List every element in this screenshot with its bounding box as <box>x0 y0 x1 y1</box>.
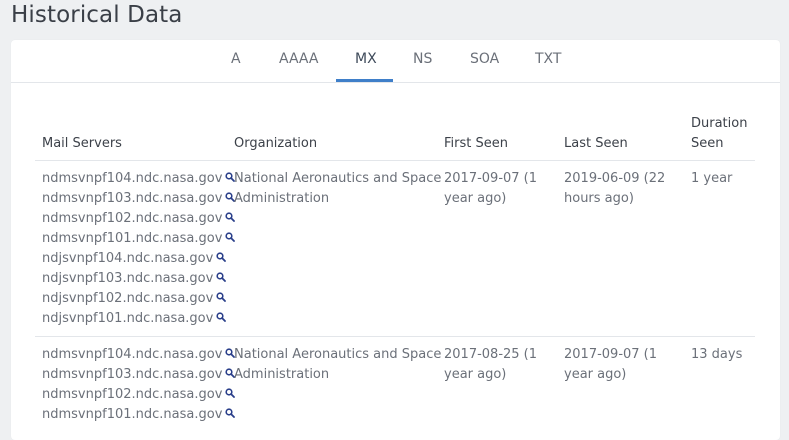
mail-server-name: ndmsvnpf104.ndc.nasa.gov <box>42 347 223 362</box>
mail-server: ndjsvnpf102.ndc.nasa.gov <box>42 289 235 309</box>
mail-server: ndjsvnpf104.ndc.nasa.gov <box>42 249 235 269</box>
mail-servers-cell: ndmsvnpf104.ndc.nasa.gov ndmsvnpf103.ndc… <box>42 345 236 425</box>
record-type-tabs: A AAAA MX NS SOA TXT <box>11 40 780 83</box>
mail-server-name: ndjsvnpf101.ndc.nasa.gov <box>42 311 214 326</box>
mail-server-name: ndmsvnpf101.ndc.nasa.gov <box>42 231 223 246</box>
historical-data-card: A AAAA MX NS SOA TXT Mail Servers Organi… <box>11 40 780 440</box>
first-seen-line1: 2017-09-07 (1 <box>444 171 538 186</box>
tab-aaaa[interactable]: AAAA <box>279 51 318 67</box>
search-icon[interactable] <box>216 312 227 322</box>
mail-server-name: ndmsvnpf104.ndc.nasa.gov <box>42 171 223 186</box>
last-seen-cell: 2019-06-09 (22 hours ago) <box>564 169 665 209</box>
search-icon[interactable] <box>216 272 227 282</box>
search-icon[interactable] <box>216 252 227 262</box>
mail-server-name: ndmsvnpf103.ndc.nasa.gov <box>42 191 223 206</box>
mail-servers-cell: ndmsvnpf104.ndc.nasa.gov ndmsvnpf103.ndc… <box>42 169 236 329</box>
active-tab-indicator <box>336 79 393 82</box>
organization-line1: National Aeronautics and Space <box>234 171 442 186</box>
last-seen-line2: hours ago) <box>564 191 634 206</box>
search-icon[interactable] <box>216 292 227 302</box>
duration-cell: 1 year <box>691 171 733 186</box>
header-mail-servers: Mail Servers <box>42 136 122 151</box>
first-seen-line2: year ago) <box>444 367 507 382</box>
first-seen-cell: 2017-08-25 (1 year ago) <box>444 345 537 385</box>
duration-cell: 13 days <box>691 347 743 362</box>
header-duration-line1: Duration <box>691 116 748 131</box>
page-title: Historical Data <box>11 2 183 28</box>
tab-soa[interactable]: SOA <box>470 51 499 67</box>
mail-server: ndmsvnpf101.ndc.nasa.gov <box>42 229 236 249</box>
organization-cell: National Aeronautics and Space Administr… <box>234 345 441 385</box>
first-seen-cell: 2017-09-07 (1 year ago) <box>444 169 537 209</box>
last-seen-cell: 2017-09-07 (1 year ago) <box>564 345 657 385</box>
header-duration-line2: Seen <box>691 136 724 151</box>
search-icon[interactable] <box>225 212 236 222</box>
last-seen-line1: 2019-06-09 (22 <box>564 171 666 186</box>
search-icon[interactable] <box>225 232 236 242</box>
mail-server: ndmsvnpf103.ndc.nasa.gov <box>42 365 236 385</box>
mail-server-name: ndjsvnpf103.ndc.nasa.gov <box>42 271 214 286</box>
tab-a[interactable]: A <box>231 51 241 67</box>
mail-server: ndjsvnpf103.ndc.nasa.gov <box>42 269 235 289</box>
last-seen-line1: 2017-09-07 (1 <box>564 347 658 362</box>
mail-server: ndmsvnpf102.ndc.nasa.gov <box>42 385 236 405</box>
header-last-seen: Last Seen <box>564 136 628 151</box>
search-icon[interactable] <box>225 388 236 398</box>
mail-server: ndmsvnpf103.ndc.nasa.gov <box>42 189 236 209</box>
header-first-seen: First Seen <box>444 136 508 151</box>
mail-server-name: ndjsvnpf102.ndc.nasa.gov <box>42 291 214 306</box>
mail-server: ndmsvnpf101.ndc.nasa.gov <box>42 405 236 425</box>
mail-server: ndmsvnpf104.ndc.nasa.gov <box>42 169 236 189</box>
row-divider <box>35 336 755 337</box>
mail-server-name: ndjsvnpf104.ndc.nasa.gov <box>42 251 214 266</box>
header-organization: Organization <box>234 136 318 151</box>
search-icon[interactable] <box>225 408 236 418</box>
mail-server-name: ndmsvnpf103.ndc.nasa.gov <box>42 367 223 382</box>
header-divider <box>35 160 755 161</box>
mail-server-name: ndmsvnpf102.ndc.nasa.gov <box>42 211 223 226</box>
header-duration-seen: Duration Seen <box>691 114 747 154</box>
organization-line1: National Aeronautics and Space <box>234 347 442 362</box>
organization-cell: National Aeronautics and Space Administr… <box>234 169 441 209</box>
tab-mx[interactable]: MX <box>355 51 377 67</box>
mail-server-name: ndmsvnpf102.ndc.nasa.gov <box>42 387 223 402</box>
mail-server: ndjsvnpf101.ndc.nasa.gov <box>42 309 235 329</box>
mail-server-name: ndmsvnpf101.ndc.nasa.gov <box>42 407 223 422</box>
tab-ns[interactable]: NS <box>413 51 432 67</box>
first-seen-line1: 2017-08-25 (1 <box>444 347 538 362</box>
mail-server: ndmsvnpf104.ndc.nasa.gov <box>42 345 236 365</box>
organization-line2: Administration <box>234 191 330 206</box>
organization-line2: Administration <box>234 367 330 382</box>
last-seen-line2: year ago) <box>564 367 627 382</box>
first-seen-line2: year ago) <box>444 191 507 206</box>
mail-server: ndmsvnpf102.ndc.nasa.gov <box>42 209 236 229</box>
tab-txt[interactable]: TXT <box>535 51 561 67</box>
